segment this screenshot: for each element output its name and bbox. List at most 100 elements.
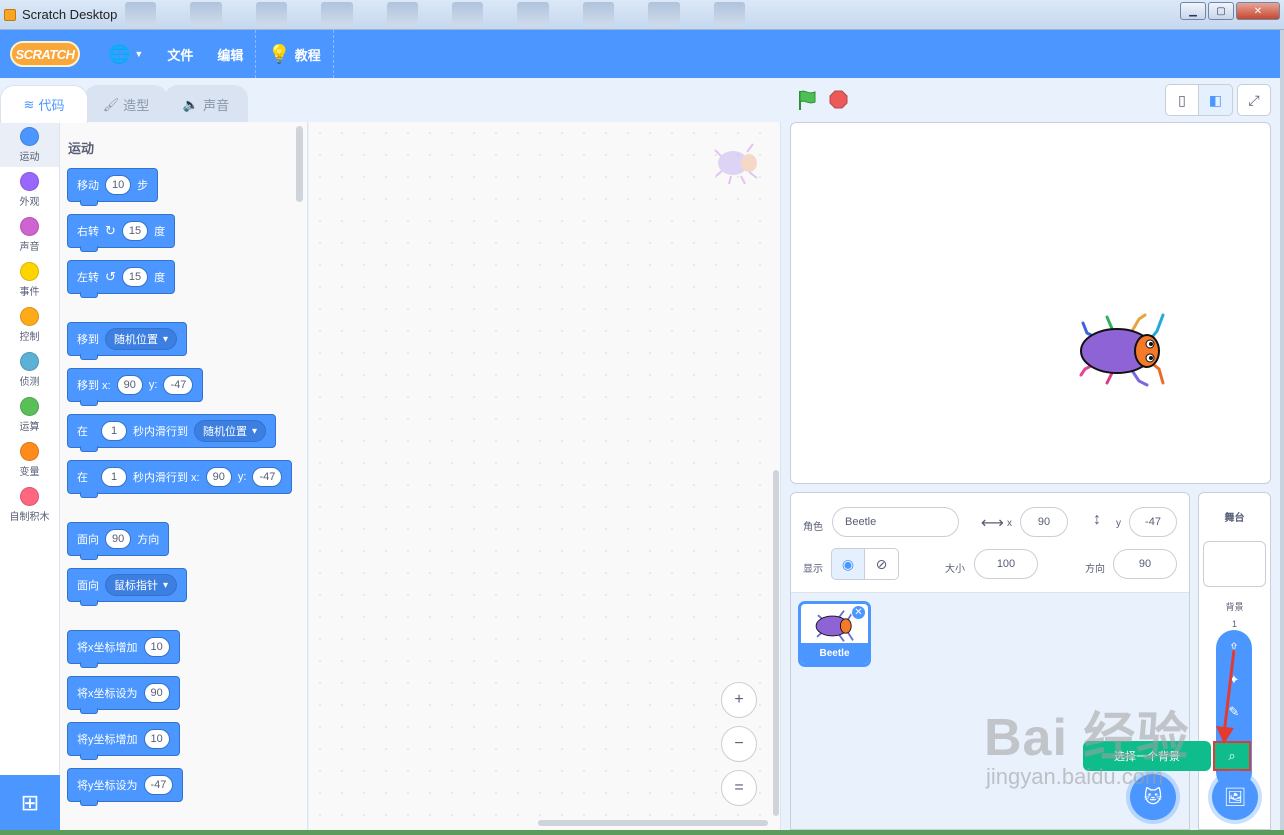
annotation-red-arrow: [1216, 649, 1236, 744]
choose-sprite-button[interactable]: 🐱: [1130, 774, 1176, 820]
tutorials-label: 教程: [294, 47, 321, 63]
degrees-input[interactable]: 15: [121, 267, 149, 287]
tab-code[interactable]: ≋ 代码: [0, 85, 88, 123]
operators-color-dot: [20, 396, 39, 416]
category-sensing[interactable]: 侦测: [0, 347, 59, 392]
y-input[interactable]: -47: [163, 375, 194, 395]
block-turn-right[interactable]: 右转 ↻ 15 度: [67, 214, 176, 252]
degrees-input[interactable]: 15: [121, 221, 149, 241]
script-area-vertical-scrollbar[interactable]: [773, 470, 779, 816]
block-turn-left[interactable]: 左转 ↺ 15 度: [67, 260, 176, 298]
block-point-direction[interactable]: 面向 90 方向: [67, 522, 170, 560]
add-extension-icon: ⊞: [20, 789, 40, 815]
value-input[interactable]: 10: [143, 729, 170, 749]
stage-thumbnail[interactable]: [1203, 541, 1266, 587]
x-position-input[interactable]: 90: [1020, 507, 1068, 537]
add-extension-button[interactable]: ⊞: [0, 775, 60, 830]
tab-costumes[interactable]: 🖌 造型: [84, 85, 168, 123]
stop-icon[interactable]: [829, 90, 848, 109]
cat-icon: 🐱: [1143, 786, 1163, 807]
stage-canvas[interactable]: [790, 122, 1271, 484]
block-change-x[interactable]: 将x坐标增加 10: [67, 630, 180, 668]
value-input[interactable]: 90: [143, 683, 170, 703]
direction-label: 方向: [1085, 564, 1105, 575]
category-events[interactable]: 事件: [0, 257, 59, 302]
value-input[interactable]: 10: [143, 637, 170, 657]
variables-color-dot: [20, 441, 39, 461]
small-stage-button[interactable]: ▯: [1165, 84, 1199, 116]
category-operators[interactable]: 运算: [0, 392, 59, 437]
block-text: 将x坐标增加: [77, 642, 138, 654]
block-goto-xy[interactable]: 移到 x: 90 y: -47: [67, 368, 204, 406]
file-menu[interactable]: 文件: [155, 30, 205, 78]
category-looks[interactable]: 外观: [0, 167, 59, 212]
x-input[interactable]: 90: [116, 375, 143, 395]
block-move-steps[interactable]: 移动 10 步: [67, 168, 159, 206]
x-input[interactable]: 90: [205, 467, 232, 487]
category-motion[interactable]: 运动: [0, 122, 59, 167]
beetle-sprite[interactable]: [1077, 311, 1169, 391]
category-my-blocks[interactable]: 自制积木: [0, 482, 59, 527]
sprite-name-input[interactable]: Beetle: [832, 507, 959, 537]
block-text: 移动: [77, 180, 99, 192]
size-input[interactable]: 100: [974, 549, 1038, 579]
choose-backdrop-tooltip: 选择一个背景: [1083, 741, 1211, 771]
category-variables[interactable]: 变量: [0, 437, 59, 482]
block-text: 度: [154, 272, 166, 284]
script-area-horizontal-scrollbar[interactable]: [538, 820, 768, 826]
minimize-button[interactable]: ▁: [1180, 2, 1206, 20]
y-input[interactable]: -47: [252, 467, 283, 487]
chevron-down-icon: ▼: [134, 49, 144, 59]
secs-input[interactable]: 1: [101, 467, 127, 487]
block-change-y[interactable]: 将y坐标增加 10: [67, 722, 180, 760]
show-sprite-button[interactable]: ◉: [831, 548, 865, 580]
choose-backdrop-button[interactable]: 🖼: [1212, 774, 1258, 820]
goto-target-dropdown[interactable]: 随机位置: [105, 328, 178, 350]
large-stage-button[interactable]: ◧: [1199, 84, 1233, 116]
delete-sprite-button[interactable]: ✕: [851, 605, 866, 620]
hide-sprite-button[interactable]: ⊘: [865, 548, 899, 580]
y-position-input[interactable]: -47: [1129, 507, 1177, 537]
tab-sounds[interactable]: 🔈 声音: [164, 85, 248, 123]
block-set-y[interactable]: 将y坐标设为 -47: [67, 768, 184, 806]
block-text: 方向: [137, 534, 160, 546]
language-menu[interactable]: 🌐 ▼: [96, 30, 155, 78]
zoom-reset-button[interactable]: =: [721, 770, 757, 806]
secs-input[interactable]: 1: [101, 421, 127, 441]
block-text: 在: [77, 426, 88, 438]
category-menu: 运动 外观 声音 事件 控制 侦测 运算 变量 自制积木: [0, 122, 60, 775]
block-text: y:: [237, 471, 247, 483]
edit-menu[interactable]: 编辑: [205, 30, 255, 78]
steps-input[interactable]: 10: [105, 175, 132, 195]
backdrops-count: 1: [1231, 619, 1237, 629]
green-flag-icon[interactable]: [796, 89, 818, 111]
fullscreen-button[interactable]: ⤢: [1237, 84, 1271, 116]
value-input[interactable]: -47: [143, 775, 174, 795]
maximize-button[interactable]: ▢: [1208, 2, 1234, 20]
category-control[interactable]: 控制: [0, 302, 59, 347]
small-stage-icon: ▯: [1178, 91, 1186, 108]
beetle-sprite-watermark: [714, 143, 758, 185]
block-set-x[interactable]: 将x坐标设为 90: [67, 676, 180, 714]
block-text: 将y坐标增加: [77, 734, 138, 746]
palette-scrollbar[interactable]: [296, 126, 303, 202]
tutorials-menu[interactable]: 💡 教程: [256, 30, 332, 78]
zoom-out-button[interactable]: −: [721, 726, 757, 762]
scratch-logo[interactable]: SCRATCH: [10, 41, 80, 67]
direction-input[interactable]: 90: [105, 529, 132, 549]
glide-target-dropdown[interactable]: 随机位置: [194, 420, 267, 442]
block-glide-to[interactable]: 在 1 秒内滑行到 随机位置: [67, 414, 277, 452]
block-glide-xy[interactable]: 在 1 秒内滑行到 x: 90 y: -47: [67, 460, 293, 498]
block-point-towards[interactable]: 面向 鼠标指针: [67, 568, 188, 606]
towards-target-dropdown[interactable]: 鼠标指针: [105, 574, 178, 596]
category-sound[interactable]: 声音: [0, 212, 59, 257]
direction-input[interactable]: 90: [1113, 549, 1177, 579]
looks-color-dot: [20, 171, 39, 191]
eye-slash-icon: ⊘: [875, 555, 888, 572]
eye-icon: ◉: [841, 555, 855, 572]
close-button[interactable]: ✕: [1236, 2, 1280, 20]
script-area[interactable]: + − =: [309, 122, 781, 830]
block-palette: 运动 移动 10 步 右转 ↻ 15 度 左转 ↺ 15 度 移到 随机位置 移…: [60, 122, 308, 830]
block-goto[interactable]: 移到 随机位置: [67, 322, 188, 360]
zoom-in-button[interactable]: +: [721, 682, 757, 718]
